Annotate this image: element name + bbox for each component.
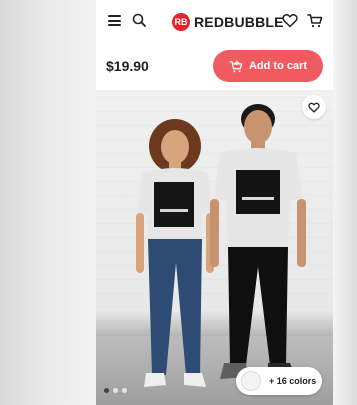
carousel-dot[interactable] bbox=[122, 388, 127, 393]
color-options-button[interactable]: + 16 colors bbox=[236, 367, 322, 395]
background-left bbox=[0, 0, 96, 405]
logo-text: REDBUBBLE bbox=[194, 14, 284, 30]
product-page: RB REDBUBBLE $19.90 Add to cart + 16 col… bbox=[96, 0, 333, 405]
carousel-dot[interactable] bbox=[113, 388, 118, 393]
colors-count-label: + 16 colors bbox=[269, 376, 317, 386]
product-price: $19.90 bbox=[106, 58, 149, 74]
background-right bbox=[333, 0, 357, 405]
add-to-cart-label: Add to cart bbox=[248, 60, 308, 72]
color-swatch bbox=[241, 371, 261, 391]
model-man bbox=[210, 104, 306, 379]
wishlist-button[interactable] bbox=[302, 95, 326, 119]
add-to-cart-button[interactable]: Add to cart bbox=[213, 50, 323, 82]
carousel-dot[interactable] bbox=[104, 388, 109, 393]
logo-mark: RB bbox=[172, 13, 190, 31]
menu-icon[interactable] bbox=[108, 15, 121, 26]
cart-plus-icon bbox=[229, 59, 243, 72]
top-navigation: RB REDBUBBLE bbox=[96, 0, 333, 44]
search-icon[interactable] bbox=[132, 13, 146, 27]
heart-icon[interactable] bbox=[282, 13, 298, 28]
price-bar: $19.90 Add to cart bbox=[96, 44, 333, 91]
redbubble-logo[interactable]: RB REDBUBBLE bbox=[172, 12, 284, 32]
product-image[interactable]: + 16 colors bbox=[96, 91, 333, 405]
carousel-dots[interactable] bbox=[104, 388, 127, 393]
cart-icon[interactable] bbox=[307, 13, 323, 28]
heart-icon bbox=[308, 102, 320, 113]
